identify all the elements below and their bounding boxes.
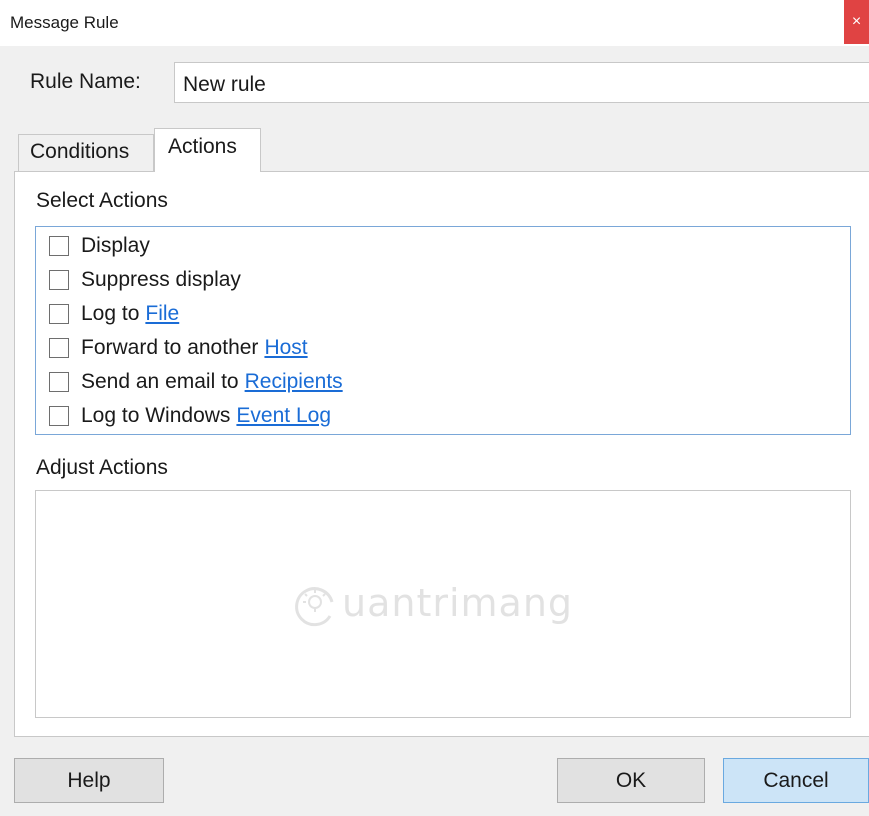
ok-button[interactable]: OK xyxy=(557,758,705,803)
action-label: Suppress display xyxy=(81,268,241,291)
cancel-button[interactable]: Cancel xyxy=(723,758,869,803)
title-bar: Message Rule × xyxy=(0,0,869,46)
action-checkbox[interactable] xyxy=(49,338,69,358)
select-actions-list: Display Suppress display Log to File For… xyxy=(35,226,851,435)
watermark-text: uantrimang xyxy=(342,581,574,625)
action-label: Log to Windows xyxy=(81,404,231,427)
action-item-send-email[interactable]: Send an email to Recipients xyxy=(49,367,343,397)
action-checkbox[interactable] xyxy=(49,236,69,256)
window-title: Message Rule xyxy=(10,13,119,32)
action-label: Log to xyxy=(81,302,140,325)
tab-actions-label: Actions xyxy=(168,135,237,158)
event-log-link[interactable]: Event Log xyxy=(236,404,331,428)
action-label: Send an email to xyxy=(81,370,239,393)
recipients-link[interactable]: Recipients xyxy=(245,370,343,394)
adjust-actions-label: Adjust Actions xyxy=(36,456,168,479)
tab-conditions[interactable]: Conditions xyxy=(18,134,154,171)
rule-name-input[interactable] xyxy=(174,62,869,103)
action-label: Forward to another xyxy=(81,336,259,359)
tab-conditions-label: Conditions xyxy=(30,140,130,163)
action-checkbox[interactable] xyxy=(49,304,69,324)
close-icon: × xyxy=(851,13,862,30)
action-checkbox[interactable] xyxy=(49,406,69,426)
action-checkbox[interactable] xyxy=(49,372,69,392)
file-link[interactable]: File xyxy=(145,302,179,326)
close-button[interactable]: × xyxy=(844,0,869,44)
action-item-display[interactable]: Display xyxy=(49,231,150,261)
action-item-suppress-display[interactable]: Suppress display xyxy=(49,265,241,295)
action-item-log-to-event-log[interactable]: Log to Windows Event Log xyxy=(49,401,331,431)
tab-actions[interactable]: Actions xyxy=(154,128,261,172)
action-item-forward-to-host[interactable]: Forward to another Host xyxy=(49,333,308,363)
watermark-logo-icon xyxy=(295,587,334,627)
action-label: Display xyxy=(81,234,150,257)
help-button[interactable]: Help xyxy=(14,758,164,803)
select-actions-label: Select Actions xyxy=(36,189,168,212)
host-link[interactable]: Host xyxy=(264,336,307,360)
action-item-log-to-file[interactable]: Log to File xyxy=(49,299,179,329)
action-checkbox[interactable] xyxy=(49,270,69,290)
rule-name-label: Rule Name: xyxy=(30,70,141,93)
watermark: uantrimang xyxy=(290,573,573,633)
